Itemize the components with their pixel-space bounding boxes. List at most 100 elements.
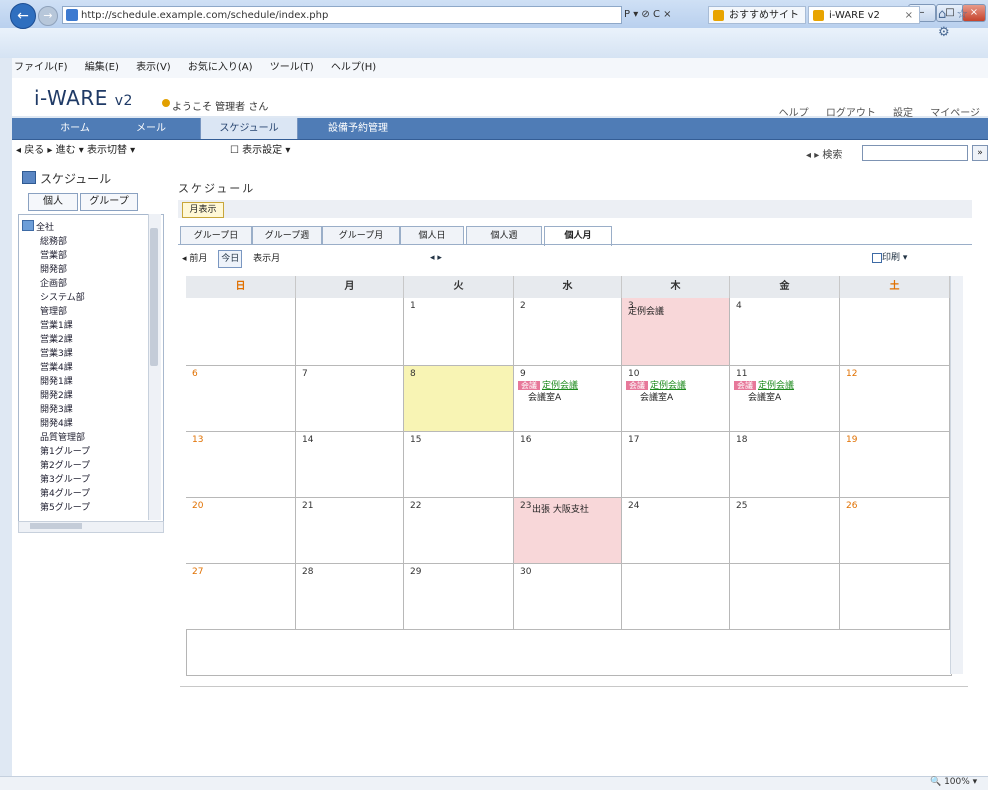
tree-item[interactable]: 全社 <box>36 220 54 233</box>
tree-item[interactable]: 管理部 <box>40 304 67 317</box>
day-number[interactable]: 13 <box>192 435 203 445</box>
day-number[interactable]: 4 <box>736 301 742 311</box>
search-input[interactable] <box>862 145 968 161</box>
day-number[interactable]: 23 <box>520 501 531 511</box>
day-number[interactable]: 22 <box>410 501 421 511</box>
day-number[interactable]: 24 <box>628 501 639 511</box>
day-number[interactable]: 15 <box>410 435 421 445</box>
calendar-cell[interactable]: 16 <box>514 432 622 498</box>
calendar-cell[interactable]: 11 <box>730 366 840 432</box>
calendar-cell[interactable]: 17 <box>622 432 730 498</box>
event-item[interactable]: 出張 大阪支社 <box>532 502 589 515</box>
header-links[interactable]: ヘルプ ログアウト 設定 マイページ <box>760 104 980 119</box>
browser-tab-1[interactable]: おすすめサイト <box>708 6 806 24</box>
calendar-cell[interactable]: 26 <box>840 498 950 564</box>
tree-item[interactable]: 企画部 <box>40 276 67 289</box>
day-number[interactable]: 25 <box>736 501 747 511</box>
menu-help[interactable]: ヘルプ(H) <box>331 62 376 73</box>
calendar-cell[interactable]: 25 <box>730 498 840 564</box>
tree-item[interactable]: 総務部 <box>40 234 67 247</box>
tree-item[interactable]: 第2グループ <box>40 458 90 471</box>
sidebar-tab-personal[interactable]: 個人 <box>28 193 78 211</box>
calendar-cell[interactable]: 24 <box>622 498 730 564</box>
tab-personal-day[interactable]: 個人日 <box>400 226 464 245</box>
nav-home[interactable]: ホーム <box>40 118 110 139</box>
tree-item[interactable]: 第5グループ <box>40 500 90 513</box>
menu-view[interactable]: 表示(V) <box>136 62 171 73</box>
month-nav[interactable]: ◂ ▸ <box>430 250 442 266</box>
tab-group-month[interactable]: グループ月 <box>322 226 400 245</box>
address-tools[interactable]: P ▾ ⊘ C × <box>624 6 704 24</box>
tree-scroll-thumb[interactable] <box>150 228 158 366</box>
day-number[interactable]: 7 <box>302 369 308 379</box>
calendar-cell[interactable]: 4 <box>730 298 840 366</box>
day-number[interactable]: 18 <box>736 435 747 445</box>
calendar-scrollbar[interactable] <box>950 276 963 674</box>
tree-item[interactable]: 第1グループ <box>40 444 90 457</box>
day-number[interactable]: 6 <box>192 369 198 379</box>
toolrow-left[interactable]: ◂ 戻る ▸ 進む ▾ 表示切替 ▾ <box>16 145 135 156</box>
day-number[interactable]: 19 <box>846 435 857 445</box>
browser-tab-2[interactable]: i-WARE v2 × <box>808 6 920 24</box>
tab-close-icon[interactable]: × <box>905 7 913 23</box>
calendar-cell[interactable]: 29 <box>404 564 514 630</box>
tab-personal-week[interactable]: 個人週 <box>466 226 542 245</box>
event-item[interactable]: 定例会議 <box>628 304 664 317</box>
sidebar-tab-group[interactable]: グループ <box>80 193 138 211</box>
calendar-cell[interactable]: 6 <box>186 366 296 432</box>
event-location-row[interactable]: 会議室A <box>640 390 673 403</box>
event-location-row[interactable]: 会議室A <box>748 390 781 403</box>
tree-item[interactable]: 品質管理部 <box>40 430 85 443</box>
back-button[interactable]: ← <box>10 3 36 29</box>
calendar-cell[interactable]: 21 <box>296 498 404 564</box>
calendar-cell[interactable]: 7 <box>296 366 404 432</box>
event-location-row[interactable]: 会議室A <box>528 390 561 403</box>
day-number[interactable]: 1 <box>410 301 416 311</box>
tab-personal-month[interactable]: 個人月 <box>544 226 612 246</box>
day-number[interactable]: 29 <box>410 567 421 577</box>
calendar-cell[interactable] <box>730 564 840 630</box>
calendar-cell[interactable]: 2 <box>514 298 622 366</box>
nav-mail[interactable]: メール <box>118 118 184 139</box>
calendar-cell[interactable] <box>296 298 404 366</box>
day-number[interactable]: 26 <box>846 501 857 511</box>
tree-item[interactable]: 第3グループ <box>40 472 90 485</box>
search-button[interactable]: » <box>972 145 988 161</box>
tree-item[interactable]: 開発2課 <box>40 388 73 401</box>
tree-item[interactable]: 第4グループ <box>40 486 90 499</box>
prev-month-link[interactable]: ◂ 前月 <box>182 254 207 264</box>
tree-item[interactable]: 開発1課 <box>40 374 73 387</box>
day-number[interactable]: 2 <box>520 301 526 311</box>
calendar-cell[interactable]: 19 <box>840 432 950 498</box>
address-bar[interactable]: http://schedule.example.com/schedule/ind… <box>62 6 622 24</box>
day-number[interactable]: 20 <box>192 501 203 511</box>
menu-favorites[interactable]: お気に入り(A) <box>188 62 253 73</box>
tree-item[interactable]: 開発3課 <box>40 402 73 415</box>
day-number[interactable]: 16 <box>520 435 531 445</box>
day-number[interactable]: 30 <box>520 567 531 577</box>
forward-button[interactable]: → <box>38 6 58 26</box>
menu-tools[interactable]: ツール(T) <box>270 62 314 73</box>
calendar-cell[interactable]: 22 <box>404 498 514 564</box>
calendar-cell[interactable]: 14 <box>296 432 404 498</box>
calendar-cell[interactable]: 8 <box>404 366 514 432</box>
tree-item[interactable]: 営業1課 <box>40 318 73 331</box>
tree-item[interactable]: 営業3課 <box>40 346 73 359</box>
calendar-cell[interactable] <box>622 564 730 630</box>
calendar-cell[interactable]: 20 <box>186 498 296 564</box>
tree-item[interactable]: 営業部 <box>40 248 67 261</box>
nav-facility[interactable]: 設備予約管理 <box>318 118 398 139</box>
print-link[interactable]: 印刷 ▾ <box>882 250 907 266</box>
calendar-cell[interactable] <box>186 298 296 366</box>
calendar-cell[interactable]: 28 <box>296 564 404 630</box>
menu-file[interactable]: ファイル(F) <box>14 62 68 73</box>
toolrow-display[interactable]: ☐ 表示設定 ▾ <box>230 140 290 162</box>
tree-item[interactable]: 開発部 <box>40 262 67 275</box>
nav-schedule[interactable]: スケジュール <box>200 118 298 139</box>
calendar-cell[interactable]: 27 <box>186 564 296 630</box>
tab-group-day[interactable]: グループ日 <box>180 226 252 245</box>
calendar-cell[interactable]: 13 <box>186 432 296 498</box>
day-number[interactable]: 14 <box>302 435 313 445</box>
day-number[interactable]: 27 <box>192 567 203 577</box>
menu-edit[interactable]: 編集(E) <box>85 62 119 73</box>
